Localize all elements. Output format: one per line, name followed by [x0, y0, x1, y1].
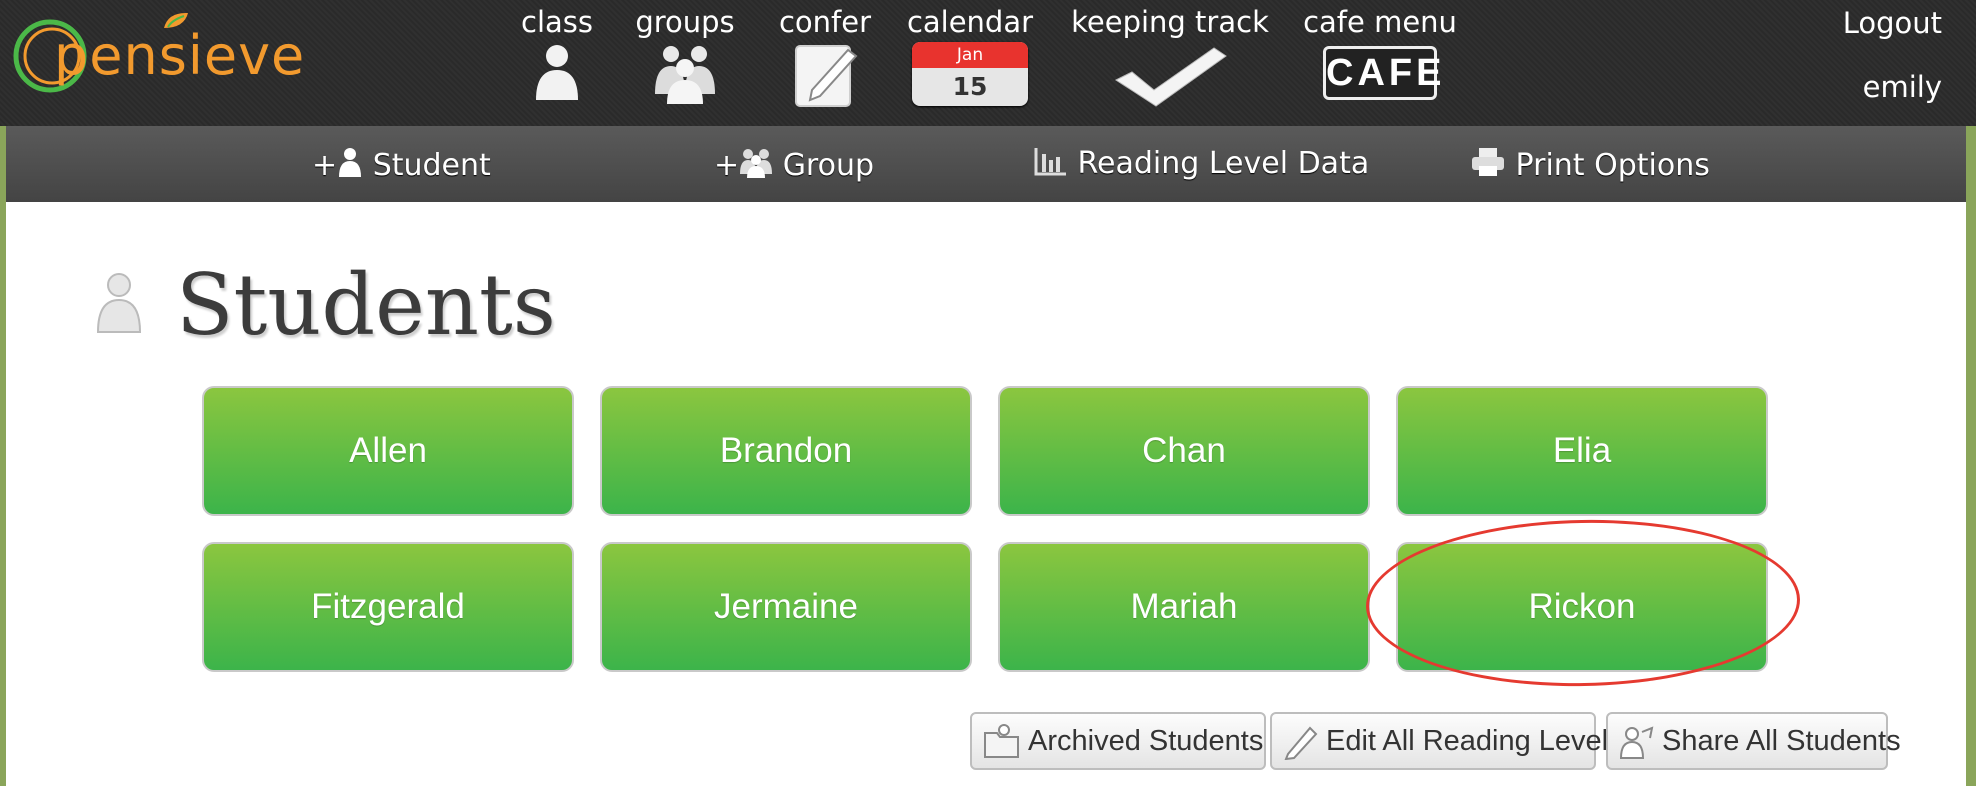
plus-sign: + — [714, 148, 740, 183]
student-button-fitzgerald[interactable]: Fitzgerald — [202, 542, 574, 672]
nav-keeping-track[interactable]: keeping track — [1070, 0, 1270, 120]
calendar-month: Jan — [912, 42, 1028, 68]
student-button-mariah[interactable]: Mariah — [998, 542, 1370, 672]
add-student-label: Student — [372, 148, 491, 183]
nav-class-label: class — [521, 5, 593, 39]
bar-chart-icon — [1034, 148, 1066, 176]
share-person-icon — [1619, 726, 1654, 759]
plus-sign: + — [312, 148, 338, 183]
student-button-elia[interactable]: Elia — [1396, 386, 1768, 516]
logout-link[interactable]: Logout — [1843, 6, 1942, 40]
folder-person-icon — [984, 724, 1019, 758]
page-title: Students — [176, 256, 556, 354]
calendar-day: 15 — [952, 72, 988, 101]
nav-cafe-menu-label: cafe menu — [1303, 5, 1457, 39]
archived-students-label: Archived Students — [1028, 724, 1264, 757]
nav-confer[interactable]: confer — [772, 0, 878, 120]
notepad-pencil-icon — [795, 45, 858, 107]
nav-class[interactable]: class — [510, 0, 604, 120]
person-outline-icon — [96, 273, 142, 333]
add-student-button[interactable]: + Student — [312, 146, 491, 184]
cafe-sign-icon: CAFE — [1323, 46, 1441, 100]
edit-all-reading-levels-label: Edit All Reading Levels — [1326, 724, 1623, 757]
share-all-students-button[interactable]: Share All Students — [1606, 712, 1901, 770]
top-navigation-bar: pensieve class groups confer calendar Ja… — [0, 0, 1976, 126]
student-button-chan[interactable]: Chan — [998, 386, 1370, 516]
printer-icon — [1472, 148, 1504, 176]
group-icon — [655, 46, 715, 104]
pensieve-logo[interactable]: pensieve — [10, 8, 304, 98]
student-button-allen[interactable]: Allen — [202, 386, 574, 516]
nav-calendar-label: calendar — [906, 5, 1034, 39]
nav-keeping-track-label: keeping track — [1071, 5, 1269, 39]
edit-all-reading-levels-button[interactable]: Edit All Reading Levels — [1270, 712, 1623, 770]
reading-level-data-button[interactable]: Reading Level Data — [1034, 146, 1369, 182]
print-options-button[interactable]: Print Options — [1470, 146, 1710, 184]
archived-students-button[interactable]: Archived Students — [970, 712, 1266, 770]
nav-confer-label: confer — [778, 5, 872, 39]
print-options-label: Print Options — [1515, 148, 1710, 183]
main-content: Students Allen Brandon Chan Elia Fitzger… — [6, 202, 1966, 786]
nav-groups-label: groups — [635, 5, 735, 39]
reading-level-data-label: Reading Level Data — [1077, 146, 1370, 181]
share-all-students-label: Share All Students — [1662, 724, 1901, 757]
add-group-label: Group — [782, 148, 875, 183]
group-icon — [740, 149, 773, 178]
add-group-button[interactable]: + Group — [714, 146, 874, 184]
checkmark-icon — [1114, 47, 1227, 107]
pencil-icon — [1284, 726, 1318, 760]
person-icon — [339, 148, 362, 177]
calendar-icon: Jan 15 — [912, 42, 1028, 106]
person-icon — [536, 45, 578, 100]
action-toolbar: + Student + Group Reading Level Data Pri… — [6, 126, 1966, 202]
student-button-jermaine[interactable]: Jermaine — [600, 542, 972, 672]
username-label: emily — [1862, 70, 1942, 104]
nav-calendar[interactable]: calendar Jan 15 — [906, 0, 1034, 120]
student-button-brandon[interactable]: Brandon — [600, 386, 972, 516]
nav-cafe-menu[interactable]: cafe menu CAFE — [1296, 0, 1464, 120]
logo-text: pensieve — [54, 24, 306, 87]
nav-groups[interactable]: groups — [630, 0, 740, 120]
